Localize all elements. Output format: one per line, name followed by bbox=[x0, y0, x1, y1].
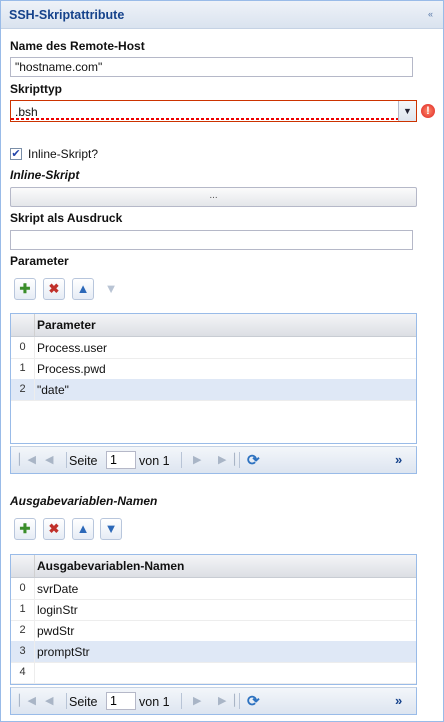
pager-separator bbox=[181, 452, 182, 468]
prev-page-icon[interactable]: ◀ bbox=[45, 694, 53, 707]
page-number-input[interactable] bbox=[106, 451, 136, 469]
script-type-combo[interactable]: .bsh ▼ bbox=[10, 100, 417, 122]
parameters-pager: ▏◀ ◀ Seite von 1 ▶ ▶▕ ⟳ » bbox=[10, 446, 417, 474]
cell-value: "date" bbox=[37, 383, 69, 397]
remote-host-label: Name des Remote-Host bbox=[10, 39, 145, 53]
page-label: Seite bbox=[69, 454, 98, 468]
cell-value: promptStr bbox=[37, 645, 90, 659]
cell-value: loginStr bbox=[37, 603, 78, 617]
next-page-icon[interactable]: ▶ bbox=[193, 694, 201, 707]
row-number: 2 bbox=[11, 620, 35, 641]
panel-title: SSH-Skriptattribute bbox=[9, 8, 125, 22]
parameters-grid: Parameter 0 Process.user 1 Process.pwd 2… bbox=[10, 313, 417, 444]
first-page-icon[interactable]: ▏◀ bbox=[19, 694, 36, 707]
inline-script-label: Inline-Skript bbox=[10, 168, 80, 182]
ssh-script-attributes-panel: SSH-Skriptattribute « Name des Remote-Ho… bbox=[0, 0, 444, 722]
parameters-grid-header: Parameter bbox=[11, 314, 416, 337]
last-page-icon[interactable]: ▶▕ bbox=[218, 694, 235, 707]
parameters-label: Parameter bbox=[10, 254, 69, 268]
arrow-down-icon: ▼ bbox=[104, 521, 118, 536]
edit-inline-script-button[interactable]: ... bbox=[10, 187, 417, 207]
next-page-icon[interactable]: ▶ bbox=[193, 453, 201, 466]
row-number-header bbox=[11, 555, 35, 577]
inline-script-checkbox[interactable]: ✔ bbox=[10, 148, 22, 160]
output-vars-grid-header: Ausgabevariablen-Namen bbox=[11, 555, 416, 578]
refresh-icon[interactable]: ⟳ bbox=[247, 451, 260, 469]
cell-value: Process.user bbox=[37, 341, 108, 355]
table-row[interactable]: 0 svrDate bbox=[11, 578, 416, 600]
page-label: Seite bbox=[69, 695, 98, 709]
pager-separator bbox=[239, 452, 240, 468]
table-row[interactable]: 2 "date" bbox=[11, 379, 416, 401]
first-page-icon[interactable]: ▏◀ bbox=[19, 453, 36, 466]
table-row[interactable]: 0 Process.user bbox=[11, 337, 416, 359]
row-number: 1 bbox=[11, 358, 35, 379]
pager-separator bbox=[181, 693, 182, 709]
pager-separator bbox=[239, 693, 240, 709]
prev-page-icon[interactable]: ◀ bbox=[45, 453, 53, 466]
remote-host-input[interactable] bbox=[10, 57, 413, 77]
page-number-input[interactable] bbox=[106, 692, 136, 710]
script-expression-label: Skript als Ausdruck bbox=[10, 211, 123, 225]
add-row-icon: ✚ bbox=[19, 281, 31, 296]
page-count-label: von 1 bbox=[139, 695, 170, 709]
add-output-var-button[interactable]: ✚ bbox=[14, 518, 36, 540]
pager-separator bbox=[66, 693, 67, 709]
arrow-up-icon: ▲ bbox=[76, 521, 90, 536]
delete-row-icon: ✖ bbox=[48, 521, 60, 536]
script-type-label: Skripttyp bbox=[10, 82, 63, 96]
row-number-header bbox=[11, 314, 35, 336]
page-count-label: von 1 bbox=[139, 454, 170, 468]
panel-header: SSH-Skriptattribute « bbox=[1, 1, 443, 29]
add-parameter-button[interactable]: ✚ bbox=[14, 278, 36, 300]
move-output-var-up-button[interactable]: ▲ bbox=[72, 518, 94, 540]
row-number: 0 bbox=[11, 337, 35, 358]
cell-value: pwdStr bbox=[37, 624, 75, 638]
row-number: 0 bbox=[11, 578, 35, 599]
move-parameter-up-button[interactable]: ▲ bbox=[72, 278, 94, 300]
row-number: 4 bbox=[11, 662, 35, 683]
move-output-var-down-button[interactable]: ▼ bbox=[100, 518, 122, 540]
inline-script-checkbox-label: Inline-Skript? bbox=[28, 147, 99, 161]
parameters-column-header[interactable]: Parameter bbox=[37, 318, 96, 332]
table-row[interactable]: 4 bbox=[11, 662, 416, 684]
invalid-underline bbox=[11, 118, 399, 120]
row-number: 2 bbox=[11, 379, 35, 400]
delete-row-icon: ✖ bbox=[48, 281, 60, 296]
more-icon[interactable]: » bbox=[395, 693, 402, 708]
output-vars-column-header[interactable]: Ausgabevariablen-Namen bbox=[37, 559, 184, 573]
row-number: 3 bbox=[11, 641, 35, 662]
pager-separator bbox=[66, 452, 67, 468]
table-row[interactable]: 3 promptStr bbox=[11, 641, 416, 663]
move-parameter-down-button[interactable]: ▼ bbox=[100, 278, 122, 300]
script-type-value: .bsh bbox=[15, 105, 38, 119]
error-icon: ! bbox=[421, 104, 435, 118]
collapse-icon[interactable]: « bbox=[424, 8, 437, 20]
output-vars-label: Ausgabevariablen-Namen bbox=[10, 494, 158, 508]
script-expression-input[interactable] bbox=[10, 230, 413, 250]
refresh-icon[interactable]: ⟳ bbox=[247, 692, 260, 710]
chevron-down-icon[interactable]: ▼ bbox=[398, 101, 416, 121]
delete-output-var-button[interactable]: ✖ bbox=[43, 518, 65, 540]
row-number: 1 bbox=[11, 599, 35, 620]
table-row[interactable]: 1 loginStr bbox=[11, 599, 416, 621]
cell-value: Process.pwd bbox=[37, 362, 106, 376]
last-page-icon[interactable]: ▶▕ bbox=[218, 453, 235, 466]
add-row-icon: ✚ bbox=[19, 521, 31, 536]
arrow-down-icon: ▼ bbox=[104, 281, 118, 296]
more-icon[interactable]: » bbox=[395, 452, 402, 467]
table-row[interactable]: 1 Process.pwd bbox=[11, 358, 416, 380]
cell-value: svrDate bbox=[37, 582, 79, 596]
delete-parameter-button[interactable]: ✖ bbox=[43, 278, 65, 300]
output-vars-pager: ▏◀ ◀ Seite von 1 ▶ ▶▕ ⟳ » bbox=[10, 687, 417, 715]
arrow-up-icon: ▲ bbox=[76, 281, 90, 296]
table-row[interactable]: 2 pwdStr bbox=[11, 620, 416, 642]
output-vars-grid: Ausgabevariablen-Namen 0 svrDate 1 login… bbox=[10, 554, 417, 685]
